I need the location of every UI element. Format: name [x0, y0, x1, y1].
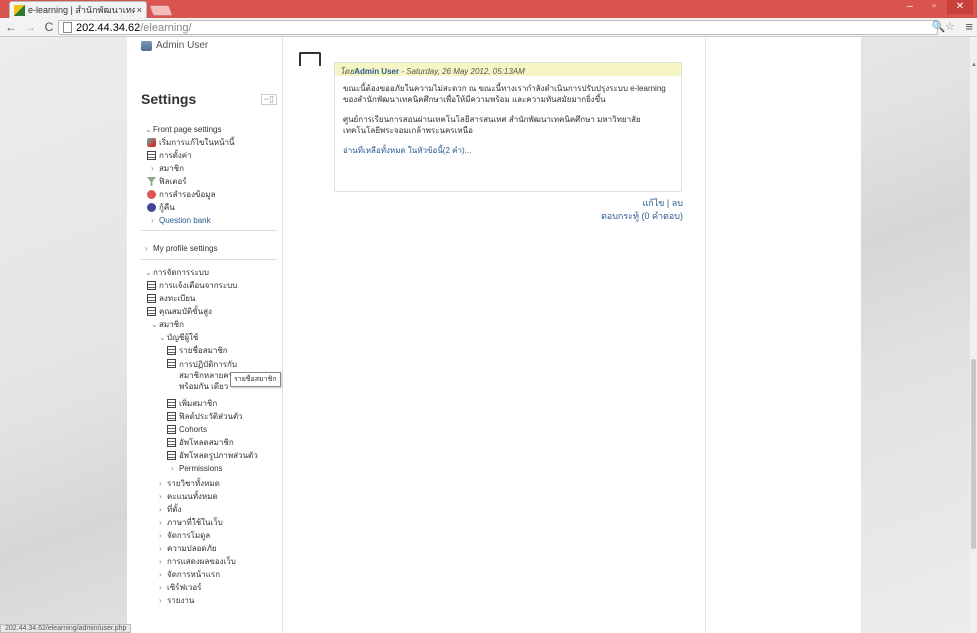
tooltip: รายชื่อสมาชิก — [230, 372, 281, 387]
maximize-button[interactable]: ▫ — [923, 0, 945, 14]
post-paragraph: ขณะนี้ต้องขออภัยในความไม่สะดวก ณ ขณะนี้ท… — [343, 84, 666, 104]
post-author[interactable]: Admin User — [354, 67, 399, 76]
reload-button[interactable]: C — [41, 20, 57, 34]
main-content: โดยAdmin User - Saturday, 26 May 2012, 0… — [283, 37, 705, 633]
page-icon — [147, 281, 156, 290]
tree-item[interactable]: › Question bank — [151, 216, 211, 226]
url-path: /elearning/ — [140, 21, 192, 34]
settings-block-header: Settings −▯ — [141, 91, 277, 107]
close-window-button[interactable]: ✕ — [947, 0, 973, 14]
new-tab-button[interactable] — [148, 5, 174, 16]
tree-item[interactable]: อัพโหลดรูปภาพส่วนตัว — [167, 451, 258, 461]
tree-item[interactable]: เพิ่มสมาชิก — [167, 399, 217, 409]
tree-item[interactable]: › คะแนนทั้งหมด — [159, 492, 218, 502]
page-icon — [63, 22, 72, 33]
zoom-bookmark-icons[interactable]: 🔍☆ — [931, 20, 955, 33]
forum-post-icon — [299, 52, 321, 66]
post-date: - Saturday, 26 May 2012, 05:13AM — [399, 67, 525, 76]
tree-item[interactable]: กู้คืน — [147, 203, 175, 213]
back-button[interactable]: ← — [3, 20, 19, 34]
page-icon — [167, 425, 176, 434]
tree-item[interactable]: การแจ้งเตือนจากระบบ — [147, 281, 237, 291]
post-header: โดยAdmin User - Saturday, 26 May 2012, 0… — [335, 63, 681, 76]
page-icon — [167, 359, 176, 368]
tree-users[interactable]: ⌄ สมาชิก — [151, 320, 184, 330]
divider — [141, 259, 277, 260]
tree-item[interactable]: › ที่ตั้ง — [159, 505, 181, 515]
tree-permissions[interactable]: › Permissions — [171, 464, 223, 474]
edit-delete-links[interactable]: แก้ไข | ลบ — [643, 197, 684, 210]
settings-title: Settings — [141, 91, 197, 107]
forward-button[interactable]: → — [22, 20, 38, 34]
minimize-button[interactable]: – — [899, 0, 921, 14]
scrollbar-thumb[interactable] — [971, 359, 976, 549]
tab-title: e-learning | สำนักพัฒนาเทค — [28, 5, 135, 15]
window-controls: – ▫ ✕ — [899, 0, 973, 14]
url-host: 202.44.34.62 — [76, 21, 141, 34]
tree-item[interactable]: การสำรองข้อมูล — [147, 190, 215, 200]
dock-icon[interactable]: −▯ — [260, 93, 277, 105]
divider — [141, 230, 277, 231]
tree-my-profile[interactable]: › My profile settings — [145, 244, 217, 254]
reply-link[interactable]: ตอบกระทู้ (0 คำตอบ) — [601, 210, 683, 223]
tree-item[interactable]: ฟิลด์ประวัติส่วนตัว — [167, 412, 243, 422]
admin-user-label: Admin User — [156, 40, 209, 51]
backup-icon — [147, 190, 156, 199]
tree-item[interactable]: › จัดการโมดูล — [159, 531, 210, 541]
status-bar: 202.44.34.62/elearning/admin/user.php — [0, 624, 132, 633]
tree-item[interactable]: ฟิลเตอร์ — [147, 177, 187, 187]
tree-item[interactable]: การตั้งค่า — [147, 151, 192, 161]
page-icon — [167, 399, 176, 408]
tree-item[interactable]: › เซิร์ฟเวอร์ — [159, 583, 201, 593]
user-icon — [141, 40, 152, 51]
filter-icon — [147, 177, 156, 186]
post-body: ขณะนี้ต้องขออภัยในความไม่สะดวก ณ ขณะนี้ท… — [335, 76, 681, 172]
tree-site-admin[interactable]: ⌄ การจัดการระบบ — [145, 268, 209, 278]
page-icon — [167, 451, 176, 460]
page-icon — [147, 294, 156, 303]
page-icon — [167, 346, 176, 355]
tab-close-icon[interactable]: × — [137, 5, 142, 15]
tree-item[interactable]: › จัดการหน้าแรก — [159, 570, 220, 580]
restore-icon — [147, 203, 156, 212]
tree-front-page[interactable]: ⌄ Front page settings — [145, 125, 221, 135]
tree-item[interactable]: › รายงาน — [159, 596, 194, 606]
favicon-icon — [14, 4, 25, 16]
settings-sidebar: Admin User Settings −▯ ⌄ Front page setti… — [127, 37, 283, 633]
tree-item[interactable]: รายชื่อสมาชิก — [167, 346, 228, 356]
forum-post: โดยAdmin User - Saturday, 26 May 2012, 0… — [334, 62, 682, 192]
post-paragraph: ศูนย์การเรียนการสอนผ่านเทคโนโลยีสารสนเทศ… — [343, 115, 641, 135]
tree-accounts[interactable]: ⌄ บัญชีผู้ใช้ — [159, 333, 198, 343]
tree-item[interactable]: › ภาษาที่ใช้ในเว็บ — [159, 518, 223, 528]
tree-item[interactable]: ลงทะเบียน — [147, 294, 195, 304]
tree-item[interactable]: Cohorts — [167, 425, 207, 435]
page-icon — [167, 412, 176, 421]
browser-tab[interactable]: e-learning | สำนักพัฒนาเทค × — [9, 1, 147, 18]
browser-toolbar: ← → C 202.44.34.62 /elearning/ — [0, 18, 977, 37]
menu-icon[interactable]: ≡ — [965, 19, 973, 34]
page-icon — [147, 307, 156, 316]
admin-user-link[interactable]: Admin User — [141, 40, 208, 51]
edit-icon — [147, 138, 156, 147]
page-viewport: Admin User Settings −▯ ⌄ Front page setti… — [0, 37, 970, 633]
right-column — [705, 37, 861, 633]
tree-item[interactable]: › การแสดงผลของเว็บ — [159, 557, 236, 567]
tree-item[interactable]: คุณสมบัติขั้นสูง — [147, 307, 212, 317]
tree-item[interactable]: › ความปลอดภัย — [159, 544, 217, 554]
read-more-link[interactable]: อ่านที่เหลือทั้งหมด ในหัวข้อนี้(2 คำ)... — [343, 145, 673, 156]
tree-item[interactable]: › สมาชิก — [151, 164, 184, 174]
tree-item[interactable]: › รายวิชาทั้งหมด — [159, 479, 220, 489]
page-scrollbar[interactable]: ▲ — [970, 37, 977, 633]
tree-item[interactable]: อัพโหลดสมาชิก — [167, 438, 234, 448]
tree-item[interactable]: เริ่มการแก้ไขในหน้านี้ — [147, 138, 235, 148]
address-bar[interactable]: 202.44.34.62 /elearning/ — [58, 20, 938, 35]
scroll-up-icon[interactable]: ▲ — [971, 62, 977, 68]
settings-page-icon — [147, 151, 156, 160]
page-icon — [167, 438, 176, 447]
